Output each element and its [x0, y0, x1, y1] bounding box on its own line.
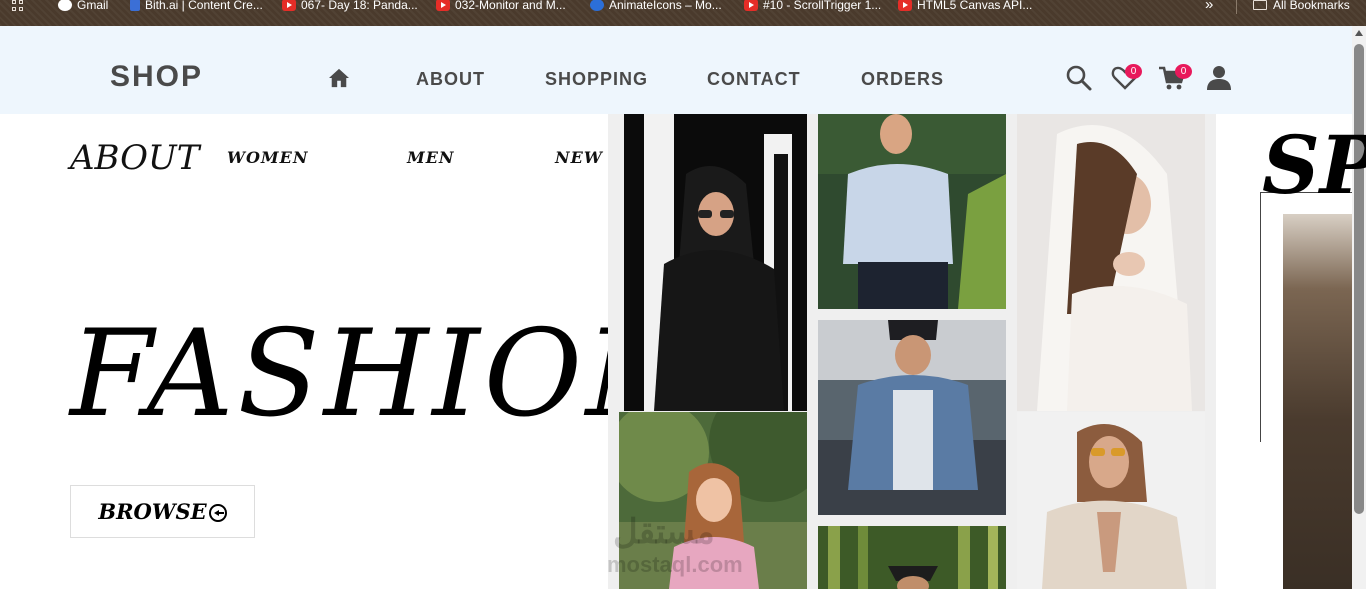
youtube-icon: [744, 0, 758, 11]
browse-label: BROWSE: [98, 499, 207, 524]
search-icon[interactable]: [1065, 64, 1093, 92]
page-scrollbar[interactable]: [1352, 26, 1366, 589]
arrow-left-circle-icon: [208, 504, 227, 522]
site-logo[interactable]: SHOP: [110, 60, 203, 94]
photo-man-white-shirt: [818, 114, 1006, 309]
side-section-title: SP: [1262, 118, 1366, 212]
category-link-women[interactable]: WOMEN: [227, 148, 308, 167]
google-icon: [58, 0, 72, 11]
bookmark-day18[interactable]: 067- Day 18: Panda...: [282, 0, 418, 12]
bookmark-icon: [130, 0, 140, 11]
divider: [1236, 0, 1237, 14]
wishlist-count-badge: 0: [1125, 64, 1142, 79]
hero-headline: FASHION: [70, 305, 696, 444]
about-heading: ABOUT: [70, 138, 200, 178]
youtube-icon: [436, 0, 450, 11]
cart-count-badge: 0: [1175, 64, 1192, 79]
folder-icon: [1253, 0, 1267, 10]
bookmark-gmail[interactable]: Gmail: [58, 0, 108, 12]
bookmark-scrolltrigger[interactable]: #10 - ScrollTrigger 1...: [744, 0, 881, 12]
watermark: مستقل mostaql.com: [607, 513, 743, 577]
nav-link-about[interactable]: ABOUT: [416, 69, 485, 90]
photo-woman-sunglasses: [1017, 412, 1205, 589]
photo-man-denim-jacket: [818, 320, 1006, 515]
category-link-men[interactable]: MEN: [407, 148, 455, 167]
user-icon[interactable]: [1206, 64, 1234, 92]
home-icon[interactable]: [328, 68, 350, 88]
browse-button[interactable]: BROWSE: [70, 485, 255, 538]
photo-bride-veil: [1017, 114, 1205, 411]
youtube-icon: [898, 0, 912, 11]
nav-link-orders[interactable]: ORDERS: [861, 69, 944, 90]
site-header: SHOP ABOUT SHOPPING CONTACT ORDERS 0 0: [0, 26, 1352, 114]
more-bookmarks-button[interactable]: »: [1205, 0, 1213, 13]
apps-grid-icon[interactable]: [12, 0, 28, 14]
youtube-icon: [282, 0, 296, 11]
photo-woman-black-jacket: [624, 114, 807, 411]
nav-link-shopping[interactable]: SHOPPING: [545, 69, 648, 90]
photo-man-bamboo: [818, 526, 1006, 589]
side-section-photo: [1283, 214, 1352, 589]
animate-icon: [590, 0, 604, 11]
bookmark-bith[interactable]: Bith.ai | Content Cre...: [130, 0, 263, 12]
bookmark-canvas-api[interactable]: HTML5 Canvas API...: [898, 0, 1032, 12]
bookmarks-bar: Gmail Bith.ai | Content Cre... 067- Day …: [0, 0, 1366, 26]
bookmark-monitor[interactable]: 032-Monitor and M...: [436, 0, 566, 12]
scroll-up-arrow-icon[interactable]: [1355, 30, 1363, 36]
scrollbar-thumb[interactable]: [1354, 44, 1364, 514]
all-bookmarks-button[interactable]: All Bookmarks: [1253, 0, 1350, 12]
nav-link-contact[interactable]: CONTACT: [707, 69, 801, 90]
bookmark-animateicons[interactable]: AnimateIcons – Mo...: [590, 0, 722, 12]
